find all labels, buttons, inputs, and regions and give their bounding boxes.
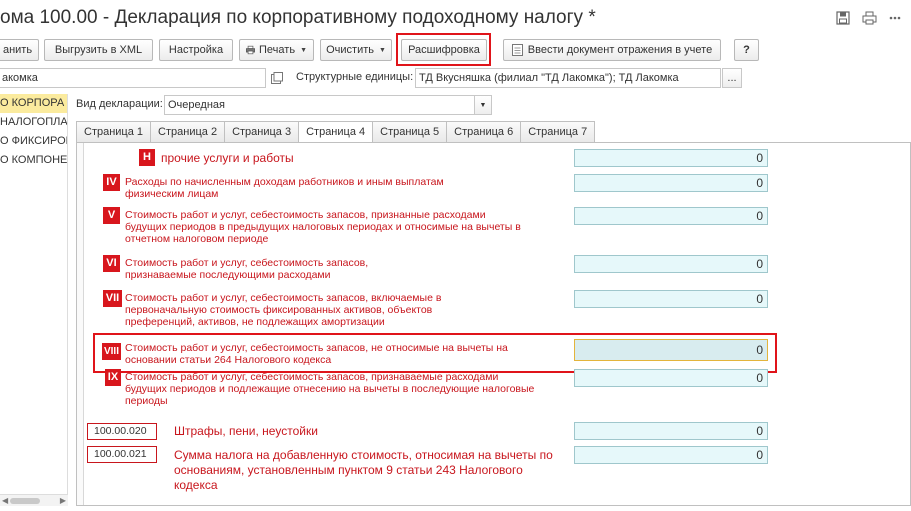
tree-item[interactable]: О ФИКСИРОВ — [0, 132, 67, 151]
tree-item[interactable]: НАЛОГОПЛАТ — [0, 113, 67, 132]
scroll-right-icon[interactable]: ▶ — [60, 496, 66, 505]
toolbar: анить Выгрузить в XML Настройка Печать ▼ … — [0, 33, 911, 66]
print-button[interactable]: Печать ▼ — [239, 39, 314, 61]
structural-units-label: Структурные единицы: — [296, 71, 414, 83]
title-icons — [835, 10, 903, 26]
sections-tree: О КОРПОРА НАЛОГОПЛАТ О ФИКСИРОВ О КОМПОН… — [0, 94, 68, 506]
chevron-down-icon: ▼ — [479, 101, 487, 109]
tab-page-3[interactable]: Страница 3 — [224, 121, 300, 142]
enter-document-button[interactable]: Ввести документ отражения в учете — [503, 39, 721, 61]
row-label: Стоимость работ и услуг, себестоимость з… — [125, 209, 521, 245]
chevron-down-icon: ▼ — [378, 46, 386, 54]
document-icon — [511, 44, 523, 56]
print-label: Печать — [259, 44, 296, 56]
tree-item[interactable]: О КОРПОРА — [0, 94, 67, 113]
clear-label: Очистить — [326, 44, 374, 56]
clear-button[interactable]: Очистить ▼ — [320, 39, 392, 61]
horizontal-scrollbar[interactable]: ◀ ▶ — [0, 494, 68, 506]
open-icon[interactable] — [268, 68, 286, 88]
highlight-decode — [396, 33, 491, 66]
export-xml-button[interactable]: Выгрузить в XML — [44, 39, 153, 61]
help-label: ? — [743, 44, 750, 56]
save-button-label: анить — [2, 44, 33, 56]
value-field[interactable]: 0 — [574, 422, 768, 440]
section-marker: IV — [103, 174, 120, 191]
page-tabs: Страница 1 Страница 2 Страница 3 Страниц… — [76, 121, 596, 143]
enter-document-label: Ввести документ отражения в учете — [527, 44, 713, 56]
organization-field[interactable]: акомка — [0, 68, 266, 88]
declaration-type-field[interactable]: Очередная — [164, 95, 476, 115]
tab-page-1[interactable]: Страница 1 — [76, 121, 152, 142]
row-code: 100.00.021 — [87, 446, 157, 463]
chevron-down-icon: ▼ — [300, 46, 307, 54]
tab-page-5[interactable]: Страница 5 — [372, 121, 448, 142]
help-button[interactable]: ? — [734, 39, 759, 61]
window-title: ома 100.00 - Декларация по корпоративном… — [0, 7, 596, 28]
print-icon[interactable] — [861, 10, 877, 26]
value-field[interactable]: 0 — [574, 446, 768, 464]
scroll-left-icon[interactable]: ◀ — [2, 496, 8, 505]
section-marker: VII — [103, 290, 122, 307]
highlight-row-viii — [93, 333, 777, 373]
value-field[interactable]: 0 — [574, 174, 768, 192]
tab-page-2[interactable]: Страница 2 — [150, 121, 226, 142]
save-icon[interactable] — [835, 10, 851, 26]
declaration-type-dropdown[interactable]: ▼ — [474, 95, 492, 115]
value-field[interactable]: 0 — [574, 369, 768, 387]
save-button[interactable]: анить — [0, 39, 39, 61]
section-marker: Н — [139, 149, 155, 166]
printer-icon — [246, 45, 256, 55]
row-label: прочие услуги и работы — [161, 151, 294, 165]
tab-page-6[interactable]: Страница 6 — [446, 121, 522, 142]
value-field[interactable]: 0 — [574, 290, 768, 308]
row-label: Стоимость работ и услуг, себестоимость з… — [125, 371, 535, 407]
organization-row: акомка Структурные единицы: ТД Вкусняшка… — [0, 68, 911, 90]
value-field[interactable]: 0 — [574, 149, 768, 167]
row-code: 100.00.020 — [87, 423, 157, 440]
export-xml-label: Выгрузить в XML — [54, 44, 143, 56]
row-label: Стоимость работ и услуг, себестоимость з… — [125, 257, 369, 281]
value-field[interactable]: 0 — [574, 255, 768, 273]
row-label: Штрафы, пени, неустойки — [174, 424, 318, 438]
section-marker: VI — [103, 255, 120, 272]
section-marker: IX — [105, 369, 121, 386]
value-field[interactable]: 0 — [574, 207, 768, 225]
more-icon[interactable] — [887, 10, 903, 26]
settings-label: Настройка — [168, 44, 224, 56]
content-gutter — [77, 143, 84, 505]
tree-item[interactable]: О КОМПОНЕ — [0, 151, 67, 170]
section-marker: V — [103, 207, 120, 224]
row-label: Расходы по начисленным доходам работнико… — [125, 176, 444, 200]
structural-units-select-button[interactable]: ... — [722, 68, 742, 88]
row-label: Стоимость работ и услуг, себестоимость з… — [125, 292, 442, 328]
scroll-thumb[interactable] — [10, 498, 40, 504]
title-bar: ома 100.00 - Декларация по корпоративном… — [0, 0, 911, 36]
row-label: Сумма налога на добавленную стоимость, о… — [174, 448, 553, 492]
settings-button[interactable]: Настройка — [159, 39, 233, 61]
declaration-type-label: Вид декларации: — [76, 98, 163, 110]
tab-page-7[interactable]: Страница 7 — [520, 121, 596, 142]
structural-units-field[interactable]: ТД Вкусняшка (филиал "ТД Лакомка"); ТД Л… — [415, 68, 721, 88]
tab-page-4[interactable]: Страница 4 — [298, 121, 374, 143]
declaration-page-content: Н прочие услуги и работы 0 IV Расходы по… — [76, 142, 911, 506]
